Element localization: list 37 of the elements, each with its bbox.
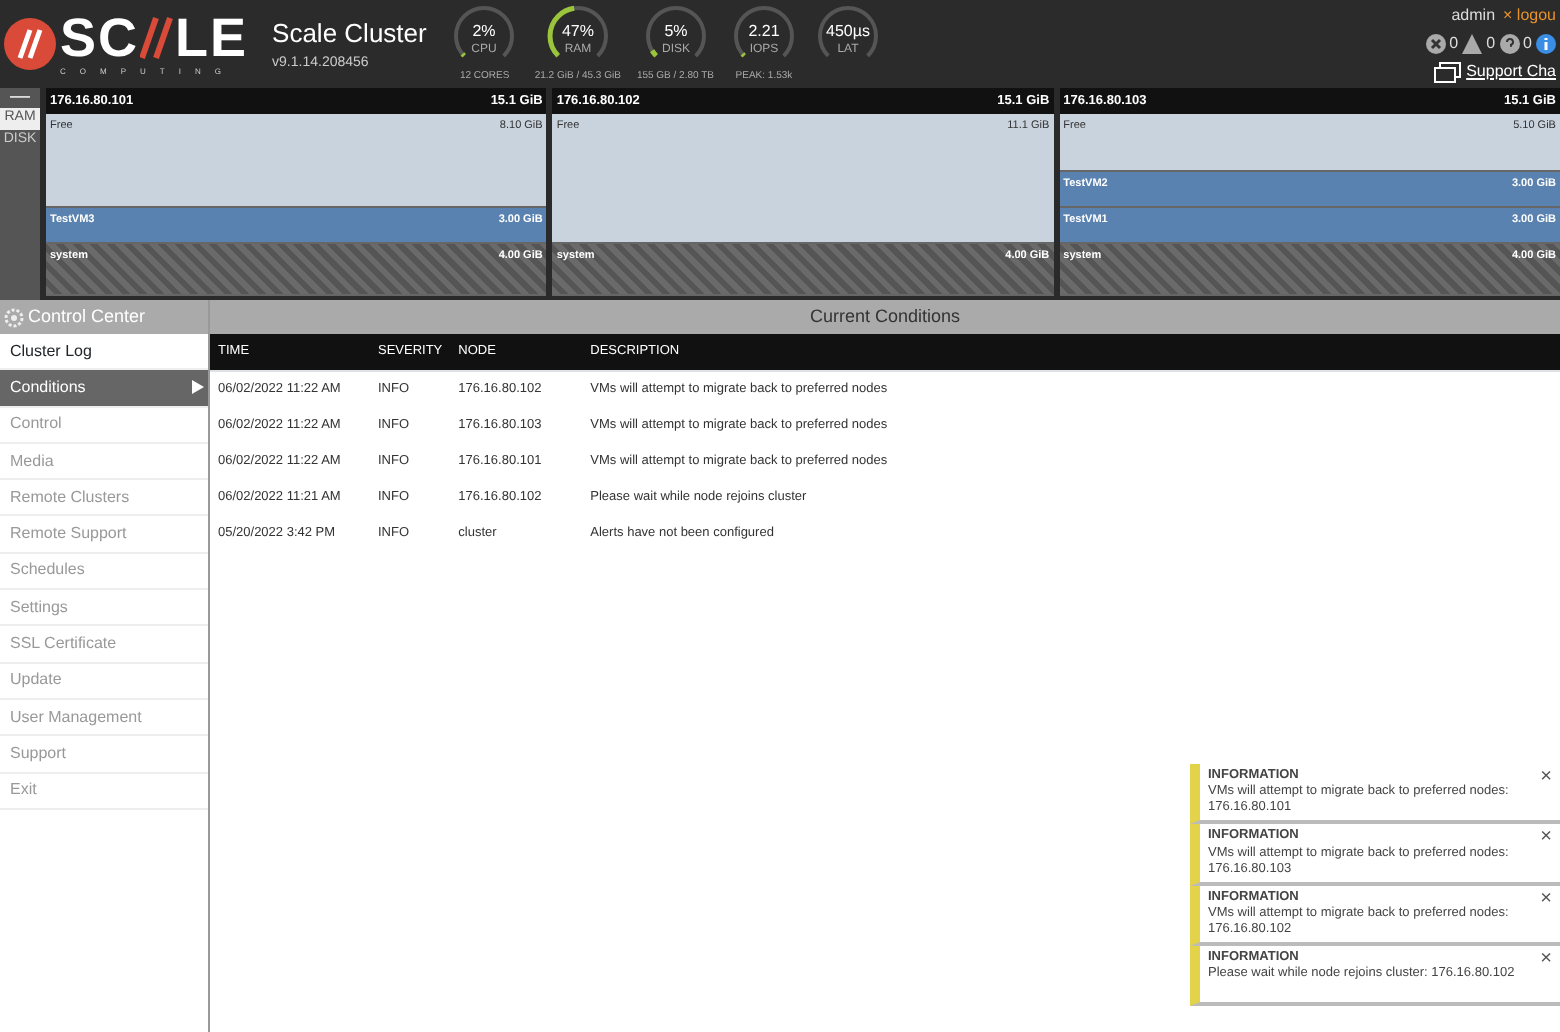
alert-count: 0 (1486, 32, 1496, 56)
close-button[interactable]: × (1540, 950, 1552, 971)
error-icon[interactable] (1425, 34, 1446, 54)
sidebar-item[interactable]: User Management (0, 699, 208, 737)
sidebar-item[interactable]: Remote Support (0, 516, 208, 554)
sidebar-item[interactable]: Schedules (0, 553, 208, 591)
alert-count: 0 (1449, 32, 1459, 56)
sidebar-item[interactable]: Remote Clusters (0, 480, 208, 517)
info-icon[interactable] (1536, 34, 1556, 54)
arrow-icon (192, 380, 204, 395)
sidebar-item[interactable]: Conditions (0, 370, 208, 408)
help-icon[interactable] (1499, 34, 1520, 54)
sidebar-item[interactable]: SSL Certificate (0, 626, 208, 664)
sidebar-item[interactable]: Update (0, 663, 208, 700)
logout-link[interactable]: × logou (1503, 4, 1556, 28)
close-button[interactable]: × (1540, 889, 1552, 910)
panel-title: Current Conditions (210, 300, 1560, 334)
support-chat-link[interactable]: Support Cha (1466, 60, 1556, 84)
logo-mark-icon (139, 16, 176, 60)
sidebar-title: Control Center (28, 303, 146, 330)
close-button[interactable]: × (1540, 828, 1552, 849)
sidebar-item[interactable]: Media (0, 443, 208, 481)
alert-count: 0 (1523, 32, 1532, 56)
collapse-button[interactable]: — (10, 88, 30, 108)
chat-icon (1434, 61, 1463, 83)
sidebar-item[interactable]: Exit (0, 773, 208, 810)
sidebar-item[interactable]: Settings (0, 590, 208, 627)
cluster-title: Scale Cluster (272, 16, 427, 52)
close-button[interactable]: × (1540, 768, 1552, 788)
logo-text: SC (60, 11, 140, 65)
gear-icon (4, 307, 24, 327)
user-name: admin (1451, 4, 1496, 28)
sidebar-item[interactable]: Control (0, 407, 208, 444)
logo-text: LE (175, 11, 249, 65)
logo-icon (4, 18, 56, 70)
sidebar-item[interactable]: Support (0, 736, 208, 774)
warning-icon[interactable] (1462, 34, 1483, 54)
